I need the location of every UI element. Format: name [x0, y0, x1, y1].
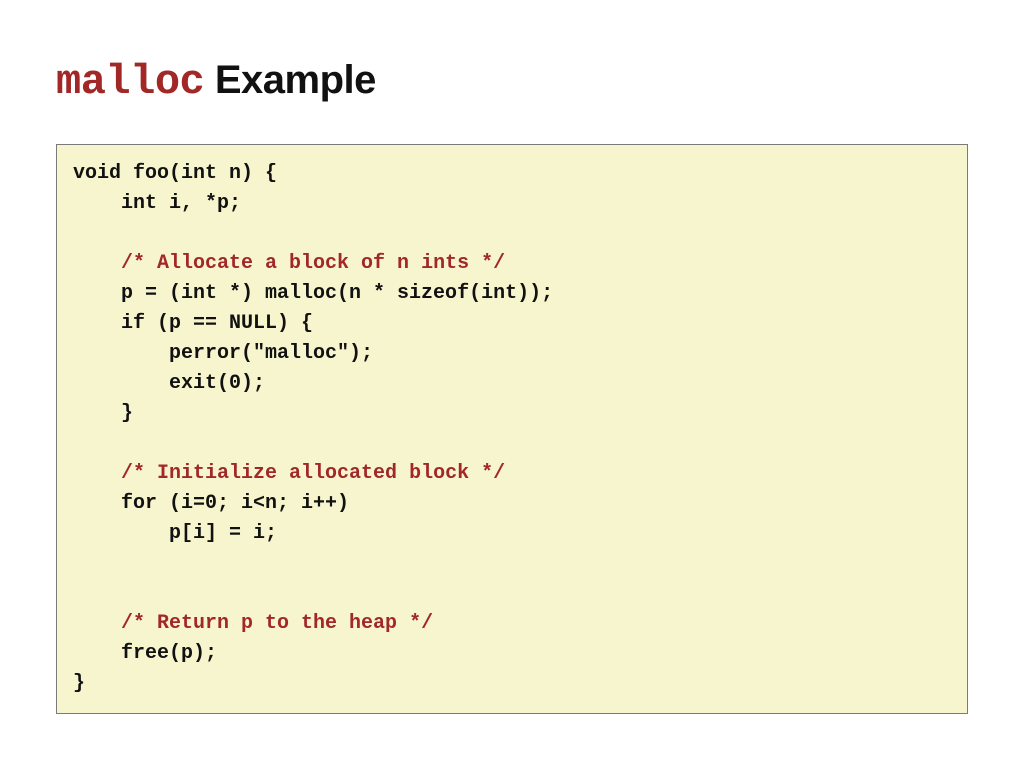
code-line: free(p); — [73, 639, 951, 669]
code-listing: void foo(int n) { int i, *p; /* Allocate… — [73, 159, 951, 699]
code-comment: /* Return p to the heap */ — [121, 612, 433, 635]
code-line: void foo(int n) { — [73, 159, 951, 189]
code-line — [73, 549, 951, 579]
title-mono: malloc — [56, 58, 204, 106]
code-comment: /* Allocate a block of n ints */ — [121, 252, 505, 275]
code-line: p = (int *) malloc(n * sizeof(int)); — [73, 279, 951, 309]
code-line — [73, 429, 951, 459]
code-line: exit(0); — [73, 369, 951, 399]
code-box: void foo(int n) { int i, *p; /* Allocate… — [56, 144, 968, 714]
code-line: /* Return p to the heap */ — [73, 609, 951, 639]
code-line: /* Allocate a block of n ints */ — [73, 249, 951, 279]
code-line: } — [73, 669, 951, 699]
code-line: perror("malloc"); — [73, 339, 951, 369]
code-line — [73, 579, 951, 609]
slide: malloc Example void foo(int n) { int i, … — [0, 0, 1024, 768]
code-line: } — [73, 399, 951, 429]
code-line: if (p == NULL) { — [73, 309, 951, 339]
slide-title: malloc Example — [56, 58, 968, 106]
code-line: p[i] = i; — [73, 519, 951, 549]
code-comment: /* Initialize allocated block */ — [121, 462, 505, 485]
code-line: int i, *p; — [73, 189, 951, 219]
code-line — [73, 219, 951, 249]
code-line: for (i=0; i<n; i++) — [73, 489, 951, 519]
code-line: /* Initialize allocated block */ — [73, 459, 951, 489]
title-rest: Example — [204, 58, 376, 102]
